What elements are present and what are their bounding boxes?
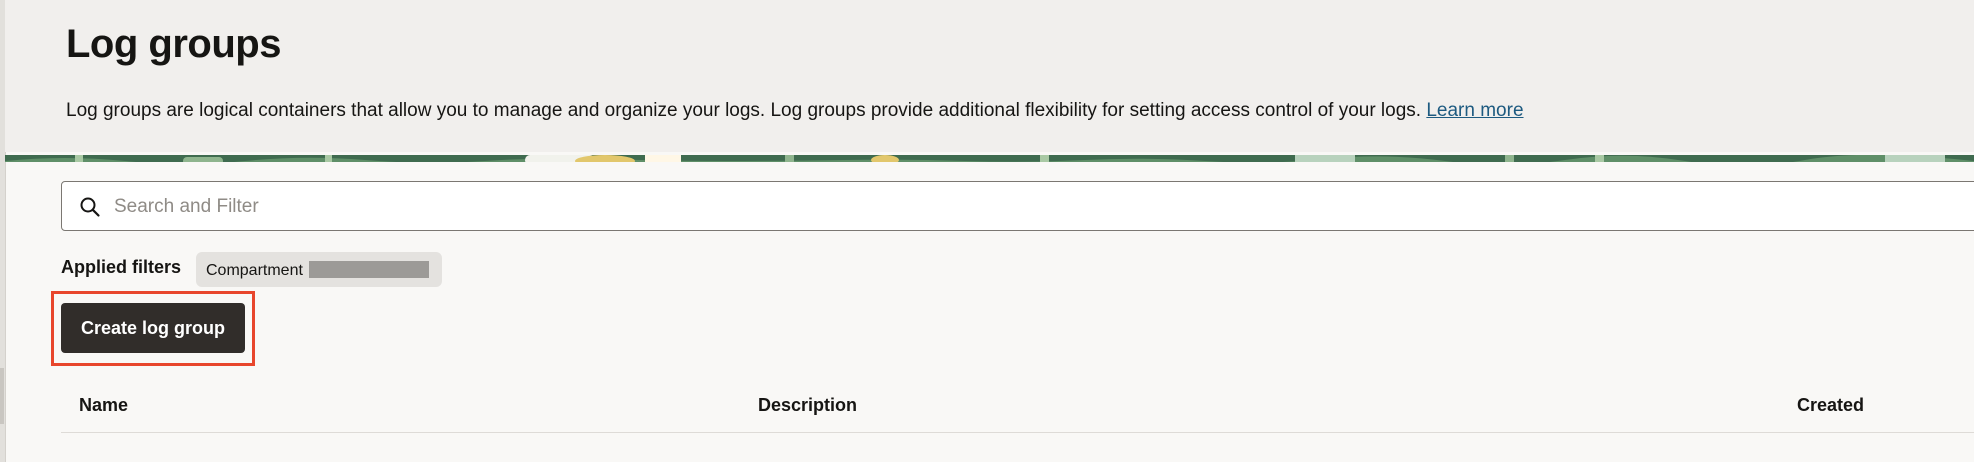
page-header: Log groups Log groups are logical contai…	[5, 0, 1974, 152]
column-header-created[interactable]: Created	[1797, 395, 1864, 416]
learn-more-link[interactable]: Learn more	[1426, 100, 1523, 121]
create-log-group-button[interactable]: Create log group	[61, 303, 245, 353]
column-header-description[interactable]: Description	[758, 395, 857, 416]
filter-chip-label: Compartment	[206, 262, 303, 279]
redacted-value	[308, 261, 429, 278]
description-text: Log groups are logical containers that a…	[66, 100, 1422, 121]
rail-tab[interactable]	[0, 368, 4, 424]
decorative-banner	[5, 152, 1974, 162]
column-header-name[interactable]: Name	[79, 395, 128, 416]
table-header: Name Description Created	[61, 383, 1974, 433]
compartment-filter-chip[interactable]: Compartment	[196, 252, 442, 287]
search-icon	[80, 197, 100, 217]
applied-filters-label: Applied filters	[61, 257, 182, 277]
page-title: Log groups	[66, 22, 281, 66]
search-bar[interactable]	[61, 181, 1974, 232]
search-input[interactable]	[112, 182, 1916, 232]
page-description: Log groups are logical containers that a…	[66, 100, 1524, 122]
